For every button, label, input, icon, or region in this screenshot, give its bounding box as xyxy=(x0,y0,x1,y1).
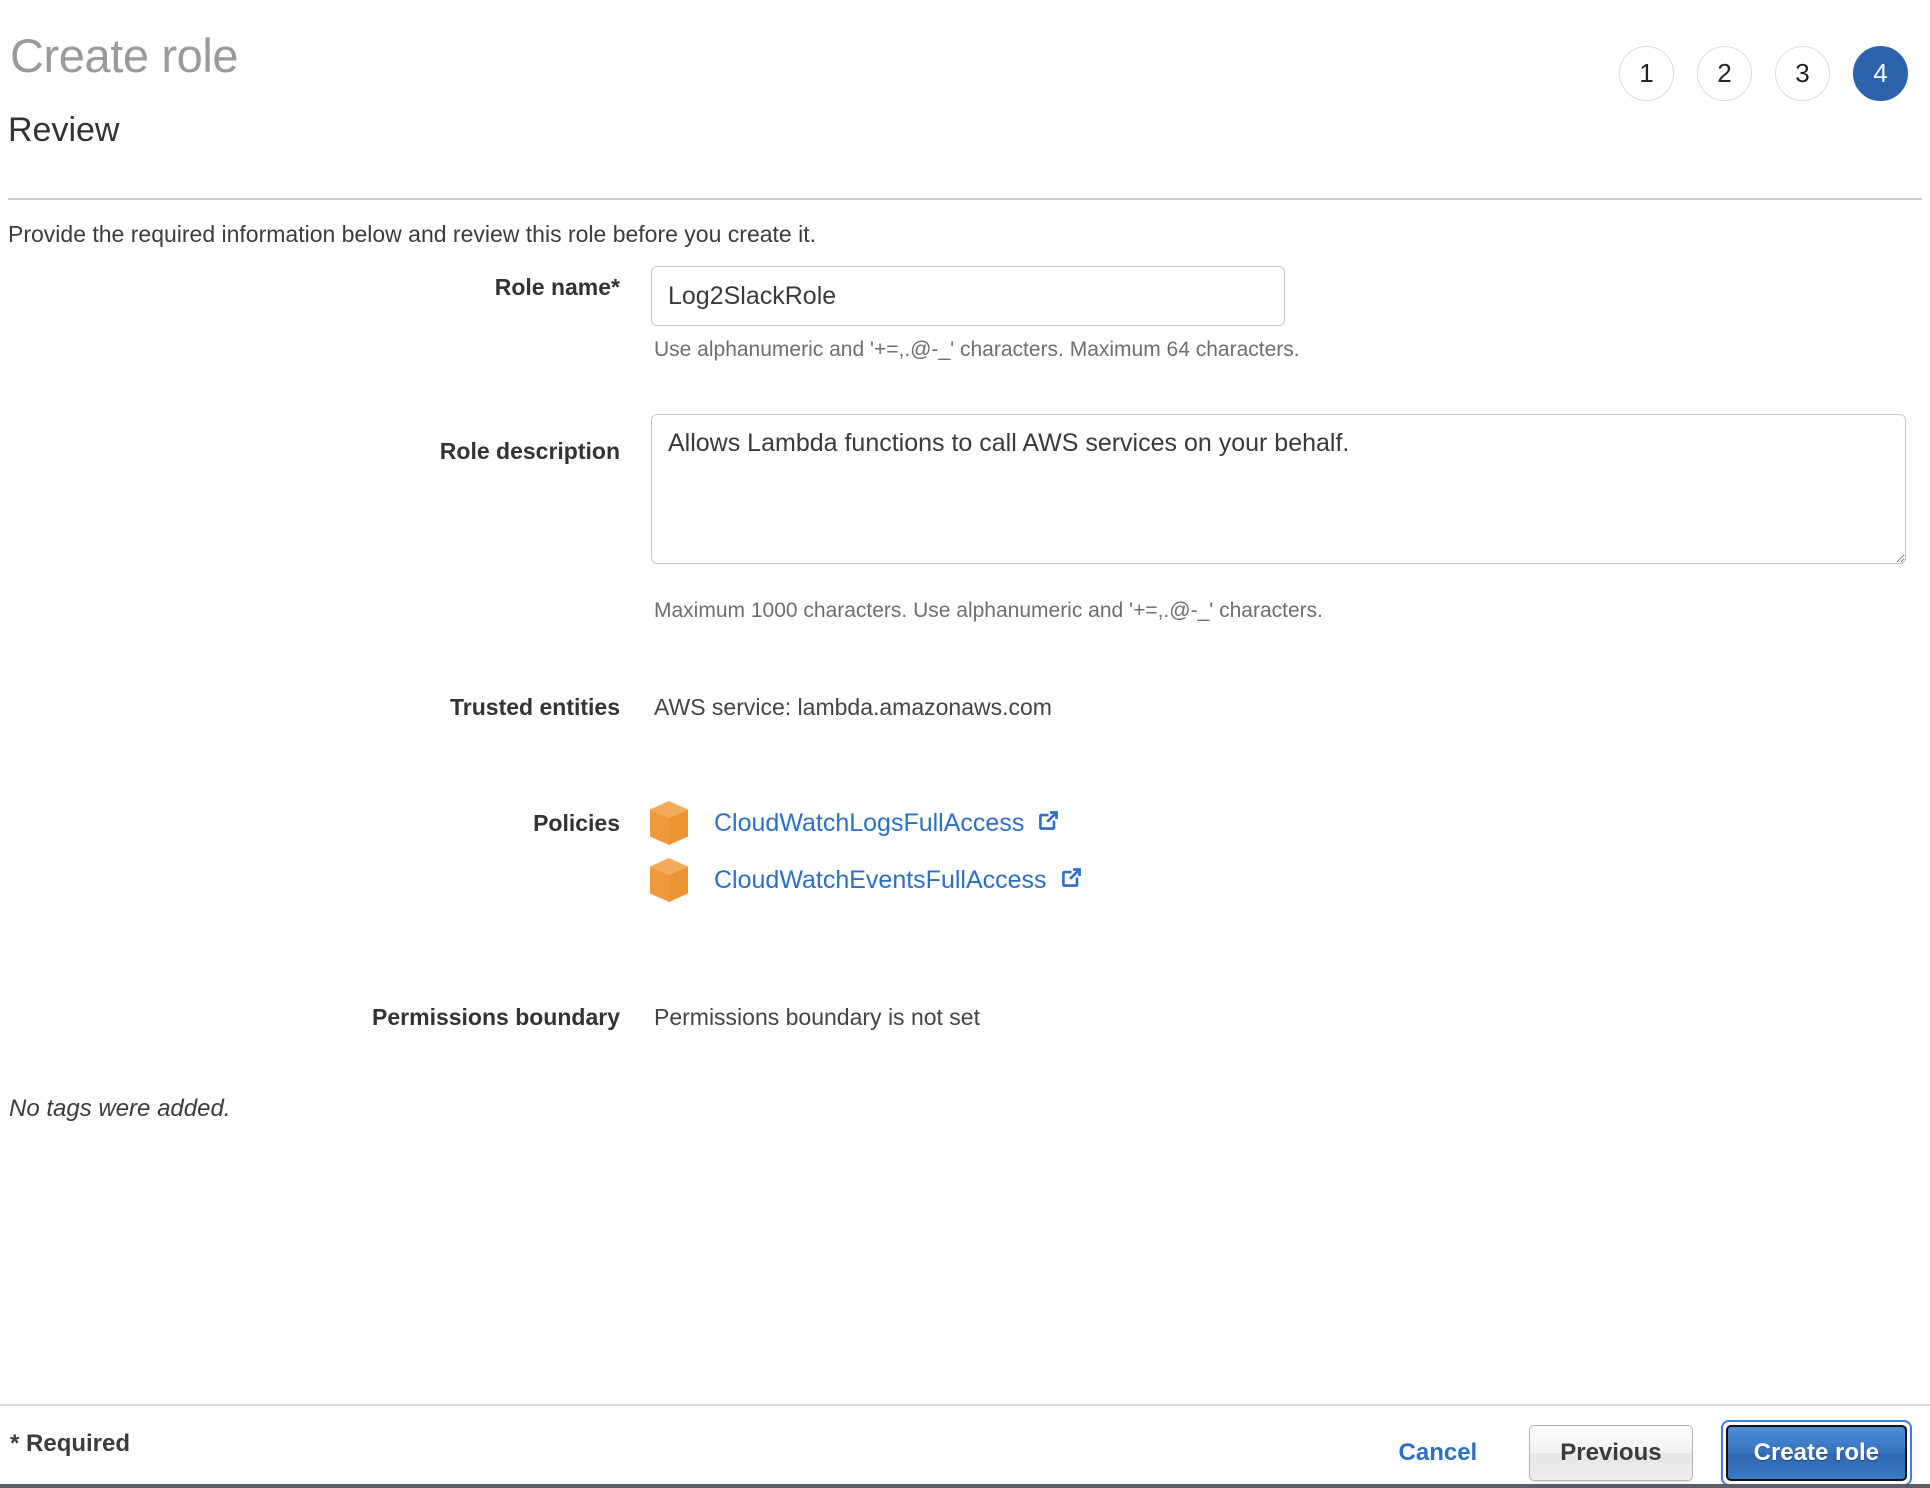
policy-link-label: CloudWatchLogsFullAccess xyxy=(714,809,1024,837)
step-indicator-3[interactable]: 3 xyxy=(1775,46,1830,101)
permissions-boundary-value: Permissions boundary is not set xyxy=(654,1002,980,1032)
header-divider xyxy=(8,198,1922,200)
list-item: CloudWatchEventsFullAccess xyxy=(648,852,1084,908)
policy-link[interactable]: CloudWatchLogsFullAccess xyxy=(714,808,1061,838)
intro-text: Provide the required information below a… xyxy=(8,219,816,249)
external-link-icon xyxy=(1036,808,1061,833)
policy-list: CloudWatchLogsFullAccess CloudWatchEvent… xyxy=(648,795,1084,908)
step-indicator-4[interactable]: 4 xyxy=(1853,46,1908,101)
policy-cube-icon xyxy=(648,857,690,903)
policy-link[interactable]: CloudWatchEventsFullAccess xyxy=(714,865,1084,895)
policies-label: Policies xyxy=(0,808,620,838)
page-header: Create role 1 2 3 4 Review Provide the r… xyxy=(0,0,1930,200)
policy-link-label: CloudWatchEventsFullAccess xyxy=(714,866,1047,894)
previous-button[interactable]: Previous xyxy=(1529,1425,1692,1481)
role-description-textarea[interactable] xyxy=(651,414,1906,564)
permissions-boundary-label: Permissions boundary xyxy=(0,1002,620,1032)
external-link-icon xyxy=(1059,865,1084,890)
role-name-label: Role name* xyxy=(0,272,620,302)
step-indicator: 1 2 3 4 xyxy=(1619,46,1908,101)
wizard-title: Create role xyxy=(10,28,238,84)
list-item: CloudWatchLogsFullAccess xyxy=(648,795,1084,851)
role-name-input[interactable] xyxy=(651,266,1285,326)
step-indicator-1[interactable]: 1 xyxy=(1619,46,1674,101)
footer-buttons: Cancel Previous Create role xyxy=(1369,1420,1912,1486)
policy-cube-icon xyxy=(648,800,690,846)
footer-bottom-line xyxy=(0,1484,1930,1488)
role-name-hint: Use alphanumeric and '+=,.@-_' character… xyxy=(654,336,1300,364)
create-role-button-focus-ring: Create role xyxy=(1721,1420,1912,1486)
trusted-entities-label: Trusted entities xyxy=(0,692,620,722)
create-role-button[interactable]: Create role xyxy=(1726,1425,1907,1481)
required-note: * Required xyxy=(10,1428,130,1460)
role-description-hint: Maximum 1000 characters. Use alphanumeri… xyxy=(654,597,1323,625)
step-indicator-2[interactable]: 2 xyxy=(1697,46,1752,101)
page-title: Review xyxy=(8,108,119,152)
trusted-entities-value: AWS service: lambda.amazonaws.com xyxy=(654,692,1052,722)
cancel-button[interactable]: Cancel xyxy=(1369,1426,1508,1480)
tags-empty-note: No tags were added. xyxy=(9,1093,230,1125)
role-description-label: Role description xyxy=(0,436,620,466)
footer-action-bar: * Required Cancel Previous Create role xyxy=(0,1404,1930,1488)
